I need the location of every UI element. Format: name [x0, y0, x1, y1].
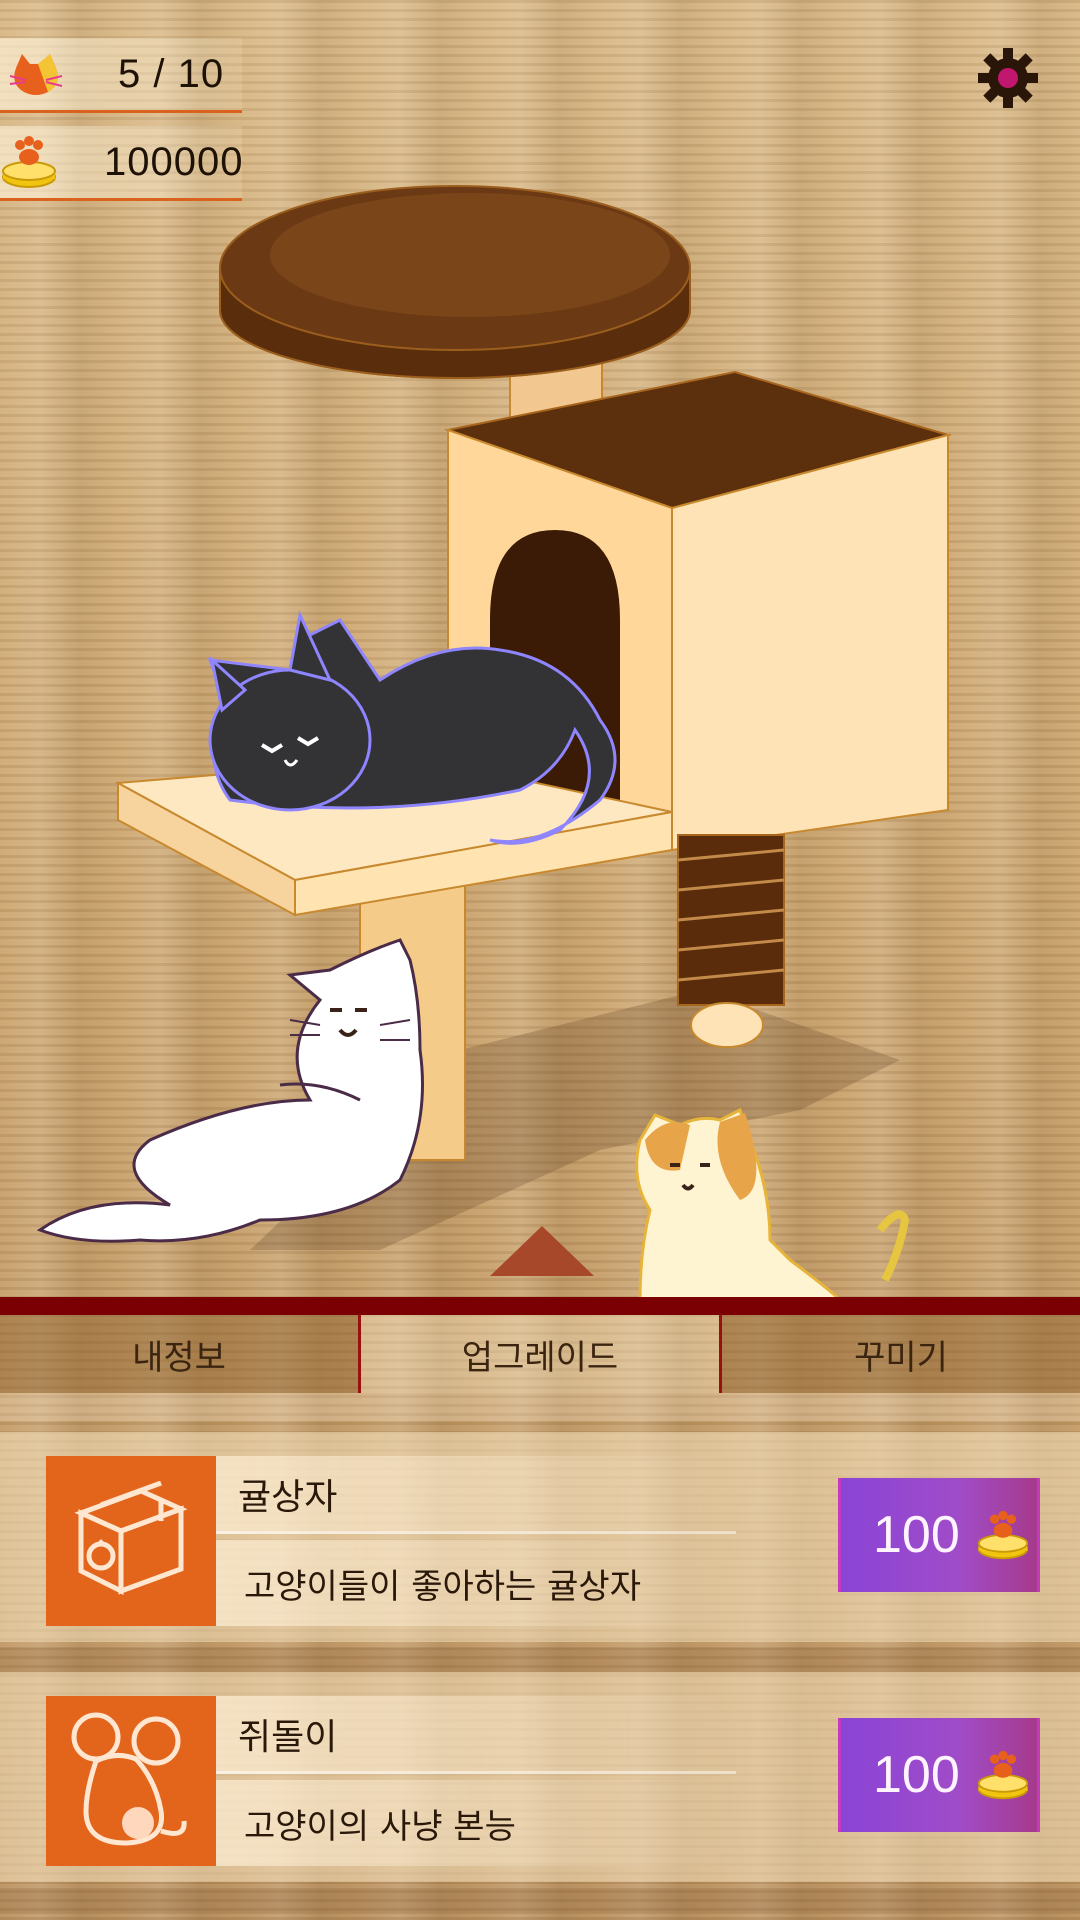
list-divider	[0, 1648, 1080, 1674]
paw-coin-icon	[977, 1750, 1028, 1800]
upgrade-name: 쥐돌이	[216, 1696, 736, 1774]
gear-icon	[978, 48, 1038, 108]
list-divider	[0, 1888, 1080, 1914]
tab-bar: 내정보 업그레이드 꾸미기	[0, 1315, 1080, 1393]
buy-button[interactable]: 100	[838, 1478, 1040, 1592]
settings-button[interactable]	[976, 46, 1040, 110]
buy-button[interactable]: 100	[838, 1718, 1040, 1832]
tab-upgrade[interactable]: 업그레이드	[361, 1315, 722, 1393]
upgrade-description: 고양이들이 좋아하는 귤상자	[216, 1540, 736, 1626]
price-value: 100	[873, 1506, 960, 1564]
paw-coin-icon	[0, 132, 58, 192]
cat-count-display: 5 / 10	[0, 38, 242, 113]
triangle-up-icon[interactable]	[490, 1226, 594, 1276]
mouse-toy-icon	[46, 1696, 216, 1866]
paw-coin-icon	[977, 1510, 1028, 1560]
coin-balance-value: 100000	[104, 139, 244, 184]
upgrade-item: 쥐돌이 고양이의 사냥 본능 100	[0, 1672, 1080, 1882]
box-icon	[46, 1456, 216, 1626]
coin-balance-display: 100000	[0, 126, 242, 201]
upgrade-item: 귤상자 고양이들이 좋아하는 귤상자 100	[0, 1432, 1080, 1642]
upgrade-name: 귤상자	[216, 1456, 736, 1534]
cat-head-icon	[0, 44, 72, 104]
tab-decorate[interactable]: 꾸미기	[722, 1315, 1080, 1393]
price-value: 100	[873, 1746, 960, 1804]
tab-bar-divider	[0, 1297, 1080, 1315]
tab-shade	[0, 1393, 1080, 1421]
tab-my-info[interactable]: 내정보	[0, 1315, 361, 1393]
upgrade-description: 고양이의 사냥 본능	[216, 1780, 736, 1866]
cat-count-value: 5 / 10	[118, 51, 225, 96]
